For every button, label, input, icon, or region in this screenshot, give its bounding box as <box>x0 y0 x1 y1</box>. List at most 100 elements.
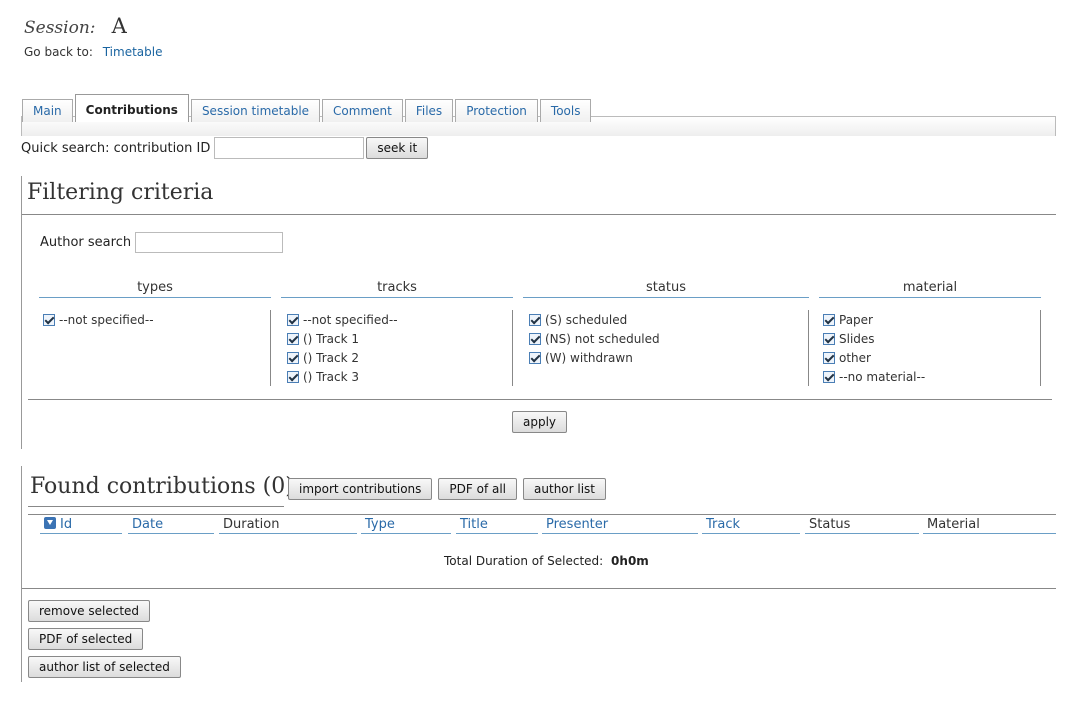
apply-button[interactable]: apply <box>512 411 568 433</box>
found-contributions-title: Found contributions (0) <box>30 474 294 499</box>
filter-item-label: () Track 1 <box>303 331 360 346</box>
checked-checkbox-icon[interactable] <box>823 351 835 364</box>
material-header: material <box>819 280 1041 298</box>
filter-item[interactable]: () Track 2 <box>287 348 512 367</box>
filter-item-label: () Track 2 <box>303 350 360 365</box>
session-label: Session: <box>24 18 96 38</box>
filter-item-label: () Track 3 <box>303 369 360 384</box>
tab-comment[interactable]: Comment <box>322 99 403 122</box>
tracks-header: tracks <box>281 280 513 298</box>
filter-item[interactable]: --no material-- <box>823 367 1040 386</box>
column-date[interactable]: Date <box>128 516 214 534</box>
column-id-label: Id <box>60 517 73 532</box>
author-search-input[interactable] <box>135 232 284 253</box>
checked-checkbox-icon[interactable] <box>823 313 835 326</box>
filter-column-tracks: tracks --not specified-- () Track 1 () T… <box>281 280 513 386</box>
filter-item[interactable]: --not specified-- <box>287 310 512 329</box>
filter-item-label: Paper <box>839 312 873 327</box>
author-search-label: Author search <box>40 235 132 250</box>
divider <box>22 214 1056 215</box>
checked-checkbox-icon[interactable] <box>529 313 541 326</box>
types-header: types <box>39 280 271 298</box>
checked-checkbox-icon[interactable] <box>287 370 299 383</box>
sort-down-icon[interactable] <box>44 517 56 529</box>
author-list-of-selected-button[interactable]: author list of selected <box>28 656 181 678</box>
checked-checkbox-icon[interactable] <box>529 332 541 345</box>
column-track[interactable]: Track <box>702 516 800 534</box>
quick-search: Quick search: contribution ID seek it <box>21 137 429 159</box>
tab-protection[interactable]: Protection <box>455 99 538 122</box>
tab-main[interactable]: Main <box>22 99 73 122</box>
contribution-id-input[interactable] <box>214 137 365 159</box>
filter-item[interactable]: Paper <box>823 310 1040 329</box>
filter-item[interactable]: Slides <box>823 329 1040 348</box>
found-contributions-panel: Found contributions (0) import contribut… <box>21 466 1057 682</box>
status-header: status <box>523 280 809 298</box>
tab-files[interactable]: Files <box>404 99 454 122</box>
filter-item-label: Slides <box>839 331 875 346</box>
material-list: Paper Slides other --no material-- <box>819 310 1041 386</box>
tab-tools[interactable]: Tools <box>539 99 592 122</box>
import-contributions-button[interactable]: import contributions <box>288 478 433 500</box>
checked-checkbox-icon[interactable] <box>823 332 835 345</box>
go-back: Go back to: Timetable <box>24 45 162 59</box>
column-title[interactable]: Title <box>456 516 538 534</box>
seek-it-button[interactable]: seek it <box>366 137 429 159</box>
filter-item-label: other <box>839 350 871 365</box>
total-duration-value: 0h0m <box>611 554 649 568</box>
filter-item-label: (S) scheduled <box>545 312 628 327</box>
author-search: Author search <box>40 232 284 253</box>
checked-checkbox-icon[interactable] <box>43 313 55 326</box>
filter-item[interactable]: (NS) not scheduled <box>529 329 808 348</box>
tab-session-timetable[interactable]: Session timetable <box>190 99 321 122</box>
filtering-criteria-panel: Filtering criteria Author search types -… <box>21 176 1057 449</box>
tracks-list: --not specified-- () Track 1 () Track 2 … <box>281 310 513 386</box>
filter-item[interactable]: () Track 1 <box>287 329 512 348</box>
session-header: Session: A <box>24 14 127 38</box>
column-type[interactable]: Type <box>361 516 451 534</box>
filter-item[interactable]: (W) withdrawn <box>529 348 808 367</box>
filter-item-label: (NS) not scheduled <box>545 331 660 346</box>
tab-bar: Main Contributions Session timetable Com… <box>22 94 593 122</box>
column-status: Status <box>805 516 919 534</box>
contributions-table-header: Id Date Duration Type Title Presenter Tr… <box>22 516 1056 536</box>
types-list: --not specified-- <box>39 310 271 386</box>
checked-checkbox-icon[interactable] <box>287 351 299 364</box>
divider <box>28 399 1052 400</box>
found-actions: import contributions PDF of all author l… <box>288 478 612 500</box>
divider <box>28 514 1056 515</box>
timetable-link[interactable]: Timetable <box>103 45 163 59</box>
filter-item[interactable]: other <box>823 348 1040 367</box>
tab-contributions[interactable]: Contributions <box>74 94 189 122</box>
checked-checkbox-icon[interactable] <box>287 332 299 345</box>
checked-checkbox-icon[interactable] <box>529 351 541 364</box>
filter-item-label: (W) withdrawn <box>545 350 633 365</box>
divider <box>22 588 1056 589</box>
session-name: A <box>111 14 127 38</box>
column-presenter[interactable]: Presenter <box>542 516 698 534</box>
divider <box>28 506 284 507</box>
filter-item-label: --not specified-- <box>59 312 154 327</box>
pdf-of-selected-button[interactable]: PDF of selected <box>28 628 144 650</box>
filtering-criteria-title: Filtering criteria <box>27 180 214 205</box>
filter-item[interactable]: (S) scheduled <box>529 310 808 329</box>
go-back-label: Go back to: <box>24 45 93 59</box>
quick-search-label: Quick search: contribution ID <box>21 140 211 156</box>
pdf-of-all-button[interactable]: PDF of all <box>438 478 518 500</box>
column-duration: Duration <box>219 516 357 534</box>
filter-item-label: --not specified-- <box>303 312 398 327</box>
filter-column-types: types --not specified-- <box>39 280 271 386</box>
filter-item[interactable]: () Track 3 <box>287 367 512 386</box>
checked-checkbox-icon[interactable] <box>823 370 835 383</box>
total-duration: Total Duration of Selected: 0h0m <box>444 554 649 568</box>
total-duration-label: Total Duration of Selected: <box>444 554 604 568</box>
status-list: (S) scheduled (NS) not scheduled (W) wit… <box>523 310 809 386</box>
filter-column-material: material Paper Slides other --no materia… <box>819 280 1041 386</box>
filter-item-label: --no material-- <box>839 369 926 384</box>
remove-selected-button[interactable]: remove selected <box>28 600 151 622</box>
filter-column-status: status (S) scheduled (NS) not scheduled … <box>523 280 809 386</box>
author-list-button[interactable]: author list <box>523 478 607 500</box>
column-id[interactable]: Id <box>40 516 122 534</box>
filter-item[interactable]: --not specified-- <box>43 310 270 329</box>
checked-checkbox-icon[interactable] <box>287 313 299 326</box>
